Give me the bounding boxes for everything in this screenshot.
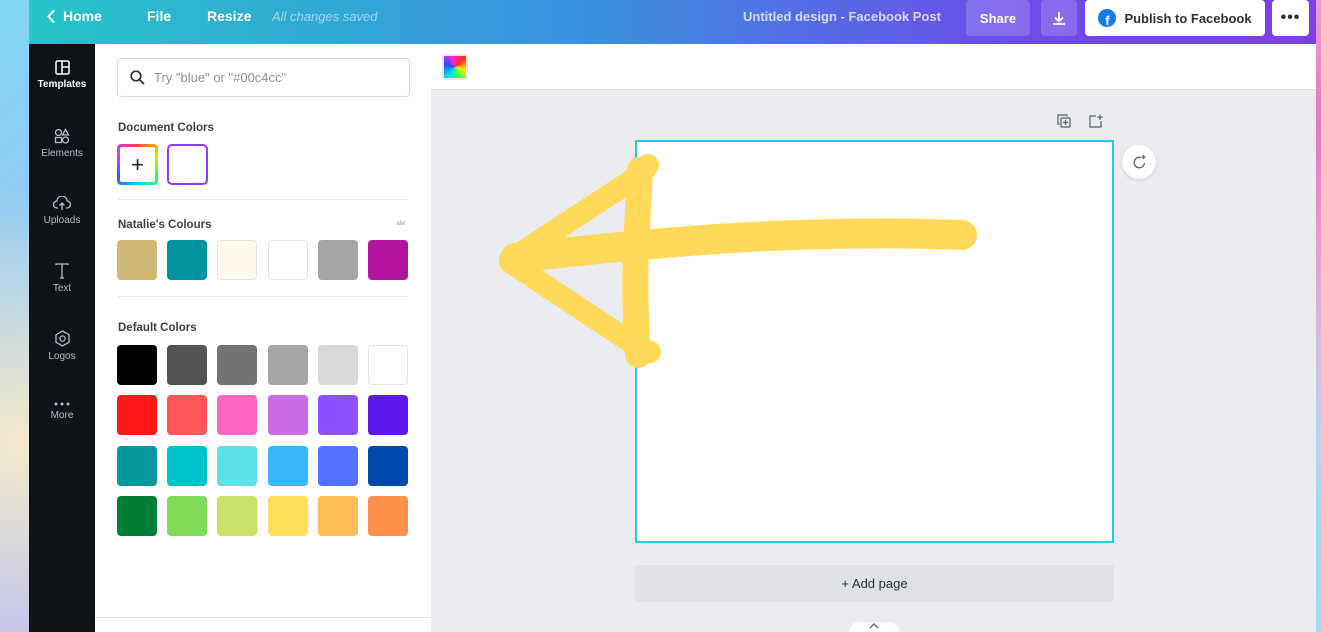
default-color-swatch[interactable] (167, 395, 208, 436)
more-options-button[interactable]: ••• (1272, 0, 1309, 36)
default-color-swatch[interactable] (217, 395, 258, 436)
search-icon (130, 70, 145, 85)
plus-icon: + (120, 147, 155, 182)
add-page-button[interactable]: + Add page (635, 565, 1114, 602)
sidebar-item-text[interactable]: Text (29, 263, 95, 294)
sidebar-item-logos[interactable]: Logos (29, 330, 95, 362)
brand-colors-title: Natalie's Colours (118, 219, 212, 231)
sidebar-item-label: Templates (37, 79, 87, 90)
add-page-label: + Add page (841, 576, 908, 591)
share-label: Share (979, 10, 1017, 26)
duplicate-page-icon[interactable] (1057, 114, 1071, 128)
sidebar-item-label: Uploads (43, 215, 81, 226)
default-color-swatch[interactable] (368, 495, 408, 536)
uploads-icon (53, 196, 71, 210)
default-color-swatch[interactable] (117, 495, 157, 536)
resize-button[interactable]: Resize (207, 8, 251, 24)
scroll-up-button[interactable] (849, 622, 899, 632)
download-button[interactable] (1041, 0, 1077, 36)
brand-color-swatch[interactable] (167, 240, 208, 280)
download-icon (1053, 12, 1065, 25)
facebook-icon: f (1098, 9, 1117, 27)
top-bar: Home File Resize All changes saved Untit… (29, 0, 1316, 44)
brand-color-swatch[interactable] (217, 240, 258, 280)
default-color-swatch[interactable] (117, 395, 157, 436)
sidebar-item-label: Logos (48, 351, 76, 362)
sidebar-item-label: Elements (41, 148, 83, 159)
page-actions (1057, 114, 1104, 128)
document-color-swatch[interactable] (167, 144, 208, 185)
more-icon (54, 402, 70, 406)
text-color-button[interactable] (442, 54, 468, 80)
default-color-swatch[interactable] (167, 445, 208, 486)
design-title[interactable]: Untitled design - Facebook Post (743, 9, 941, 24)
chevron-left-icon (47, 9, 55, 23)
default-color-swatch[interactable] (117, 345, 157, 385)
home-label: Home (63, 8, 102, 24)
color-panel: Document Colors + Natalie's Colours Defa… (95, 44, 431, 632)
color-search-box[interactable] (117, 58, 410, 97)
refresh-design-button[interactable] (1122, 145, 1156, 179)
default-color-swatch[interactable] (267, 495, 308, 536)
default-color-swatch[interactable] (368, 345, 408, 385)
file-menu[interactable]: File (147, 8, 171, 24)
default-color-swatch[interactable] (267, 345, 308, 385)
default-color-swatch[interactable] (368, 395, 408, 436)
default-color-swatch[interactable] (217, 345, 258, 385)
default-color-swatch[interactable] (217, 495, 258, 536)
sidebar-item-more[interactable]: More (29, 402, 95, 421)
default-color-swatch[interactable] (317, 345, 358, 385)
home-button[interactable]: Home (47, 8, 102, 24)
crown-icon (397, 219, 405, 225)
document-colors-title: Document Colors (118, 122, 214, 134)
divider (118, 199, 408, 200)
sidebar-item-uploads[interactable]: Uploads (29, 196, 95, 226)
publish-to-facebook-button[interactable]: f Publish to Facebook (1085, 0, 1265, 36)
logos-icon (54, 330, 70, 347)
text-icon (55, 263, 69, 279)
editor-toolbar (431, 44, 1316, 90)
brand-color-swatch[interactable] (368, 240, 408, 280)
refresh-icon (1133, 154, 1145, 168)
brand-color-swatch[interactable] (267, 240, 308, 280)
elements-icon (54, 128, 70, 144)
color-search-input[interactable] (154, 70, 394, 85)
add-color-button[interactable]: + (117, 144, 158, 185)
default-color-swatch[interactable] (217, 445, 258, 486)
templates-icon (54, 60, 70, 75)
default-colors-title: Default Colors (118, 322, 197, 334)
more-options-label: ••• (1280, 9, 1301, 26)
brand-color-swatch[interactable] (117, 240, 157, 280)
add-page-icon[interactable] (1089, 114, 1104, 128)
default-color-swatch[interactable] (167, 495, 208, 536)
design-canvas[interactable] (635, 140, 1114, 543)
share-button[interactable]: Share (966, 0, 1030, 36)
divider (95, 617, 431, 618)
default-color-swatch[interactable] (267, 395, 308, 436)
sidebar-item-templates[interactable]: Templates (29, 60, 95, 90)
editor-area: + Add page (431, 44, 1316, 632)
sidebar-item-label: More (50, 410, 74, 421)
save-status: All changes saved (272, 9, 378, 24)
canva-app-window: Home File Resize All changes saved Untit… (29, 0, 1316, 632)
default-color-swatch[interactable] (317, 395, 358, 436)
brand-color-swatch[interactable] (317, 240, 358, 280)
default-color-swatch[interactable] (368, 445, 408, 486)
default-color-swatch[interactable] (267, 445, 308, 486)
default-color-swatch[interactable] (317, 445, 358, 486)
default-color-swatch[interactable] (117, 445, 157, 486)
publish-label: Publish to Facebook (1124, 10, 1252, 26)
chevron-up-icon (869, 623, 879, 629)
divider (118, 296, 408, 297)
sidebar-item-elements[interactable]: Elements (29, 128, 95, 159)
default-color-swatch[interactable] (167, 345, 208, 385)
default-color-swatch[interactable] (317, 495, 358, 536)
left-sidebar-nav: Templates Elements Uploads Text Logos Mo… (29, 44, 95, 632)
sidebar-item-label: Text (52, 283, 72, 294)
